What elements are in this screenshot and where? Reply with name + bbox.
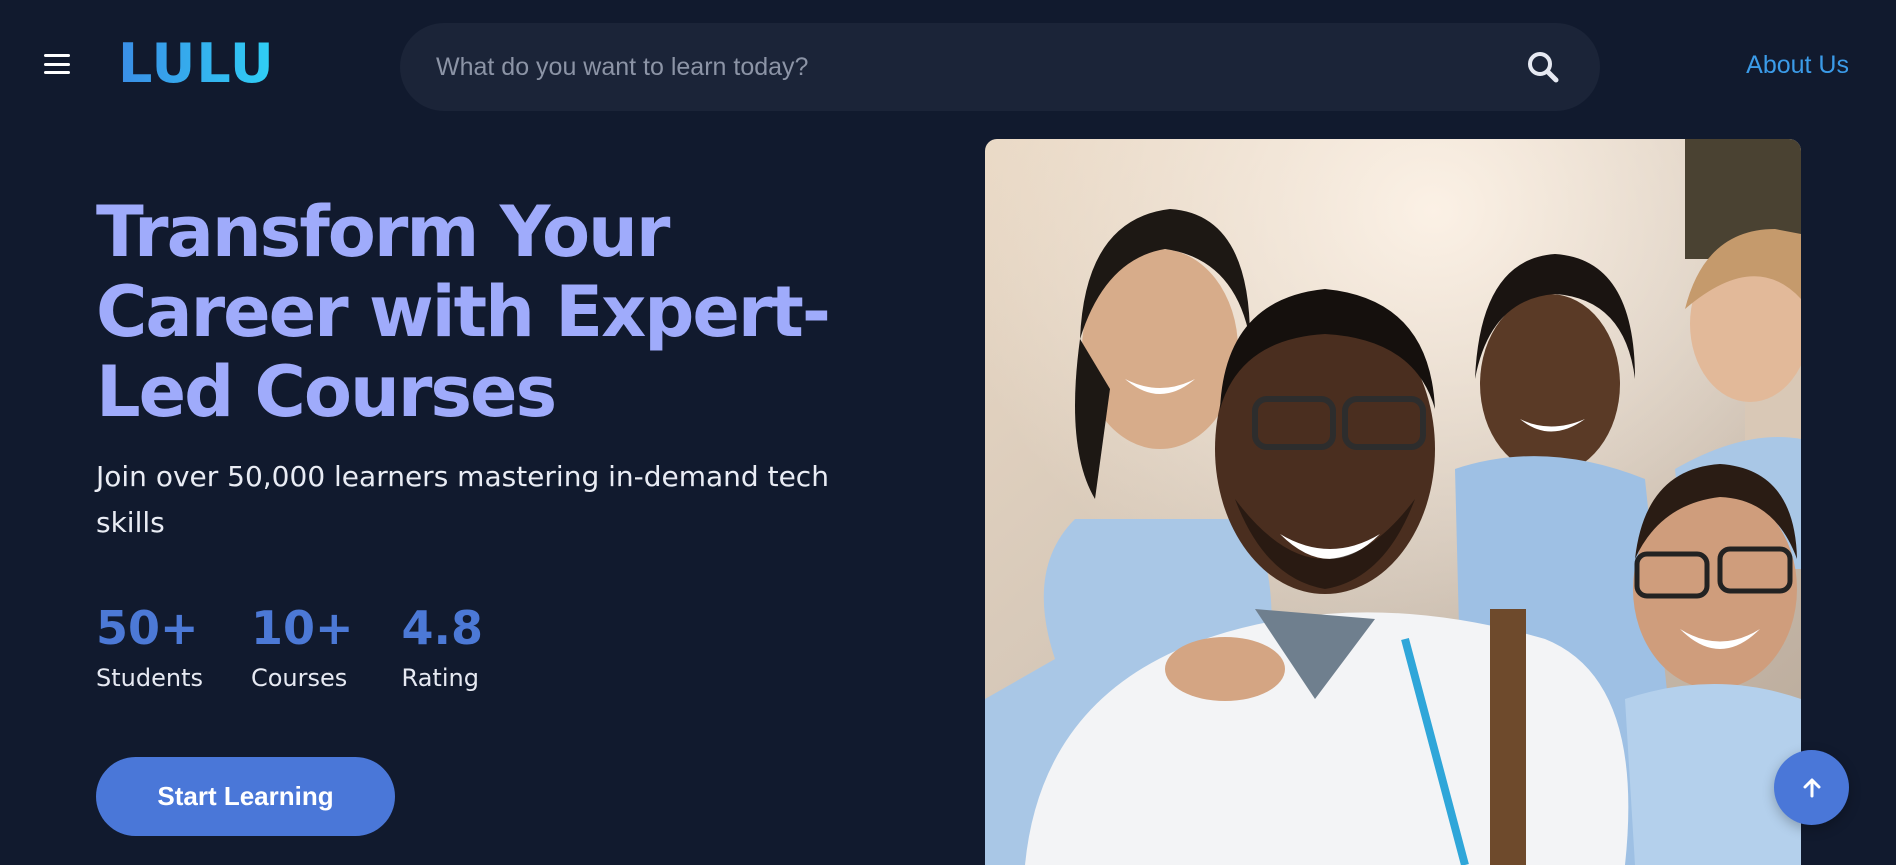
hamburger-icon bbox=[44, 54, 70, 57]
stat-label: Students bbox=[96, 664, 203, 692]
scroll-to-top-button[interactable] bbox=[1774, 750, 1849, 825]
stat-courses: 10+ Courses bbox=[251, 598, 354, 698]
stat-value: 4.8 bbox=[401, 601, 484, 655]
logo[interactable]: LULU bbox=[118, 34, 275, 94]
search-icon[interactable] bbox=[1526, 50, 1560, 84]
arrow-up-icon bbox=[1803, 778, 1820, 797]
search-bar bbox=[400, 23, 1600, 111]
stats-row: 50+ Students 10+ Courses 4.8 Rating bbox=[96, 598, 531, 698]
stat-value: 50+ bbox=[96, 601, 199, 655]
stat-label: Courses bbox=[250, 664, 348, 692]
stat-label: Rating bbox=[401, 664, 479, 692]
hero-image bbox=[985, 139, 1801, 865]
about-us-link[interactable]: About Us bbox=[1746, 51, 1849, 80]
menu-button[interactable] bbox=[44, 54, 70, 74]
search-input[interactable] bbox=[436, 52, 1526, 82]
stat-value: 10+ bbox=[250, 601, 354, 655]
hero-title: Transform Your Career with Expert-Led Co… bbox=[96, 191, 831, 433]
hero-subtitle: Join over 50,000 learners mastering in-d… bbox=[96, 460, 829, 539]
stat-students: 50+ Students bbox=[96, 598, 203, 698]
stat-rating: 4.8 Rating bbox=[402, 598, 484, 698]
start-learning-button[interactable]: Start Learning bbox=[96, 757, 395, 836]
